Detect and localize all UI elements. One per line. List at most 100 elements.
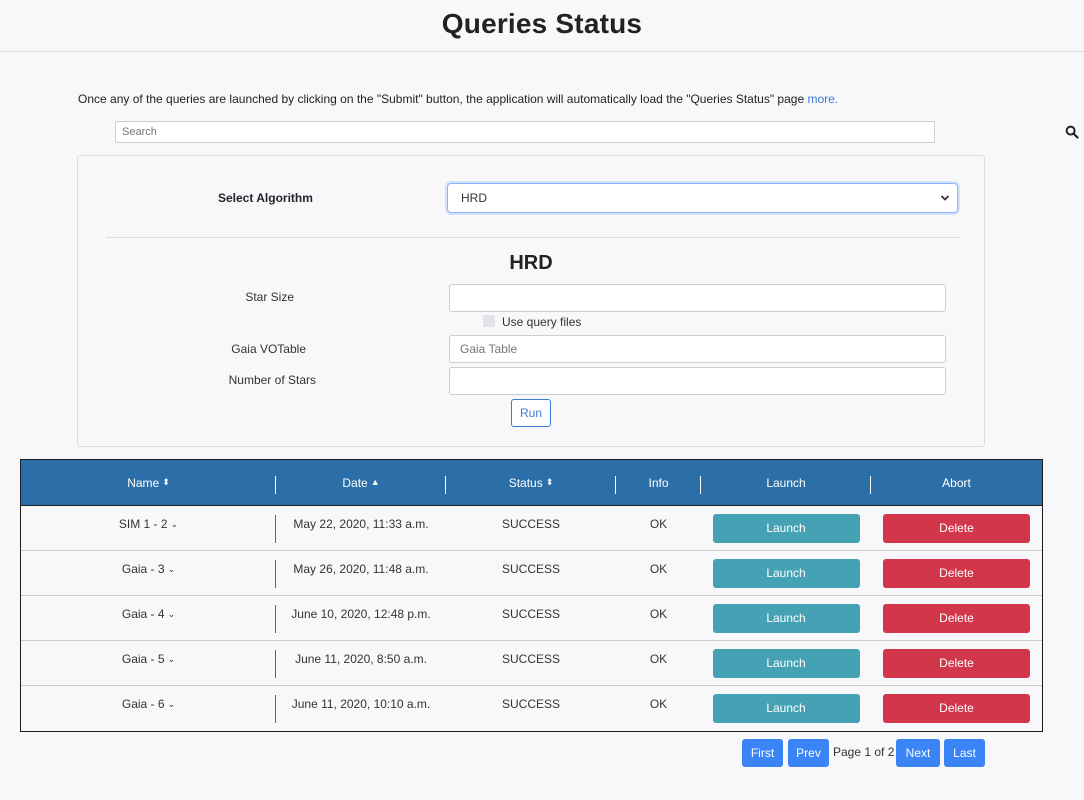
chevron-down-icon[interactable]: ⌄ <box>168 562 176 595</box>
select-algorithm-label: Select Algorithm <box>218 191 313 205</box>
row-info: OK <box>649 697 668 711</box>
launch-button[interactable]: Launch <box>712 514 860 543</box>
gaia-votable-input[interactable] <box>449 335 946 363</box>
column-header-label: Date <box>342 475 368 490</box>
row-name-text: Gaia - 5 <box>121 652 165 666</box>
column-header-label: Launch <box>766 475 806 490</box>
delete-button[interactable]: Delete <box>883 604 1030 633</box>
column-header-label: Name <box>127 475 160 490</box>
row-info: OK <box>649 562 668 576</box>
row-date: June 10, 2020, 12:48 p.m. <box>291 607 431 621</box>
row-name-text: SIM 1 - 2 <box>118 517 168 531</box>
row-launch-cell: Launch <box>701 506 871 550</box>
column-header-label: Info <box>648 475 669 490</box>
run-button[interactable]: Run <box>511 399 551 427</box>
algorithm-panel: Select Algorithm HRD HRD Star Size Use q… <box>77 155 985 447</box>
column-header-label: Abort <box>942 475 971 490</box>
page-indicator: Page 1 of 2 <box>833 745 895 759</box>
row-launch-cell: Launch <box>701 686 871 731</box>
row-status: SUCCESS <box>501 607 560 621</box>
delete-button[interactable]: Delete <box>883 559 1030 588</box>
row-date: May 22, 2020, 11:33 a.m. <box>293 517 429 531</box>
last-page-button[interactable]: Last <box>944 739 985 767</box>
row-name[interactable]: Gaia - 3 ⌄ <box>21 551 276 595</box>
row-info: OK <box>649 517 668 531</box>
row-date: June 11, 2020, 10:10 a.m. <box>291 697 431 711</box>
row-name-text: Gaia - 6 <box>121 697 165 711</box>
row-date: May 26, 2020, 11:48 a.m. <box>293 562 429 576</box>
row-name[interactable]: SIM 1 - 2 ⌄ <box>21 506 276 550</box>
star-size-label: Star Size <box>245 290 294 304</box>
delete-button[interactable]: Delete <box>883 514 1030 543</box>
column-header-label: Status <box>508 475 543 490</box>
prev-page-button[interactable]: Prev <box>788 739 829 767</box>
row-launch-cell: Launch <box>701 641 871 685</box>
intro-text: Once any of the queries are launched by … <box>78 92 838 106</box>
table-row: Gaia - 6 ⌄ June 11, 2020, 10:10 a.m. SUCC… <box>21 686 1042 731</box>
row-status: SUCCESS <box>501 652 560 666</box>
search-icon[interactable] <box>1065 125 1079 139</box>
table-row: SIM 1 - 2 ⌄ May 22, 2020, 11:33 a.m. SUCC… <box>21 506 1042 551</box>
number-of-stars-input[interactable] <box>449 367 946 395</box>
divider <box>106 237 959 238</box>
row-abort-cell: Delete <box>871 686 1042 731</box>
more-link[interactable]: more. <box>807 92 838 106</box>
chevron-down-icon[interactable]: ⌄ <box>168 697 176 731</box>
column-header-abort: Abort <box>871 460 1042 505</box>
page-title: Queries Status <box>441 8 643 39</box>
row-abort-cell: Delete <box>871 506 1042 550</box>
algorithm-select[interactable]: HRD <box>447 183 958 213</box>
table-row: Gaia - 5 ⌄ June 11, 2020, 8:50 a.m. SUCCE… <box>21 641 1042 686</box>
row-status: SUCCESS <box>501 697 560 711</box>
use-query-files-label: Use query files <box>502 315 582 329</box>
row-launch-cell: Launch <box>701 551 871 595</box>
row-info: OK <box>649 652 668 666</box>
sort-up-icon: ▲ <box>370 477 380 487</box>
gaia-votable-label: Gaia VOTable <box>231 342 306 356</box>
row-name[interactable]: Gaia - 5 ⌄ <box>21 641 276 685</box>
column-header-launch: Launch <box>701 460 871 505</box>
row-abort-cell: Delete <box>871 551 1042 595</box>
chevron-down-icon[interactable]: ⌄ <box>171 517 179 550</box>
page-header: Queries Status <box>0 0 1084 52</box>
intro-message: Once any of the queries are launched by … <box>78 92 808 106</box>
launch-button[interactable]: Launch <box>712 694 860 723</box>
delete-button[interactable]: Delete <box>883 649 1030 678</box>
chevron-down-icon[interactable]: ⌄ <box>168 607 176 640</box>
launch-button[interactable]: Launch <box>712 649 860 678</box>
section-title: HRD <box>509 252 553 274</box>
row-status: SUCCESS <box>501 517 560 531</box>
row-name-text: Gaia - 3 <box>121 562 165 576</box>
queries-table: Name ⬍ Date ▲ Status ⬍ Info Launch Abort SI… <box>20 459 1043 732</box>
sort-both-icon: ⬍ <box>545 477 554 487</box>
chevron-down-icon[interactable]: ⌄ <box>168 652 176 685</box>
star-size-input[interactable] <box>449 284 946 312</box>
delete-button[interactable]: Delete <box>883 694 1030 723</box>
algorithm-selected-value: HRD <box>461 191 487 205</box>
row-abort-cell: Delete <box>871 641 1042 685</box>
number-of-stars-label: Number of Stars <box>228 373 316 387</box>
sort-both-icon: ⬍ <box>162 477 170 487</box>
column-header-name[interactable]: Name ⬍ <box>21 460 276 505</box>
table-row: Gaia - 4 ⌄ June 10, 2020, 12:48 p.m. SUCC… <box>21 596 1042 641</box>
search-input[interactable] <box>115 121 935 143</box>
column-header-status[interactable]: Status ⬍ <box>446 460 616 505</box>
column-header-date[interactable]: Date ▲ <box>276 460 446 505</box>
next-page-button[interactable]: Next <box>896 739 940 767</box>
launch-button[interactable]: Launch <box>712 559 860 588</box>
row-status: SUCCESS <box>501 562 560 576</box>
first-page-button[interactable]: First <box>742 739 783 767</box>
row-name[interactable]: Gaia - 4 ⌄ <box>21 596 276 640</box>
chevron-down-icon <box>940 195 950 201</box>
use-query-files-checkbox[interactable] <box>483 315 495 327</box>
launch-button[interactable]: Launch <box>712 604 860 633</box>
row-launch-cell: Launch <box>701 596 871 640</box>
table-header: Name ⬍ Date ▲ Status ⬍ Info Launch Abort <box>21 460 1042 506</box>
column-header-info: Info <box>616 460 701 505</box>
table-row: Gaia - 3 ⌄ May 26, 2020, 11:48 a.m. SUCCE… <box>21 551 1042 596</box>
row-date: June 11, 2020, 8:50 a.m. <box>295 652 427 666</box>
row-abort-cell: Delete <box>871 596 1042 640</box>
row-name-text: Gaia - 4 <box>121 607 165 621</box>
row-name[interactable]: Gaia - 6 ⌄ <box>21 686 276 731</box>
row-info: OK <box>649 607 668 621</box>
